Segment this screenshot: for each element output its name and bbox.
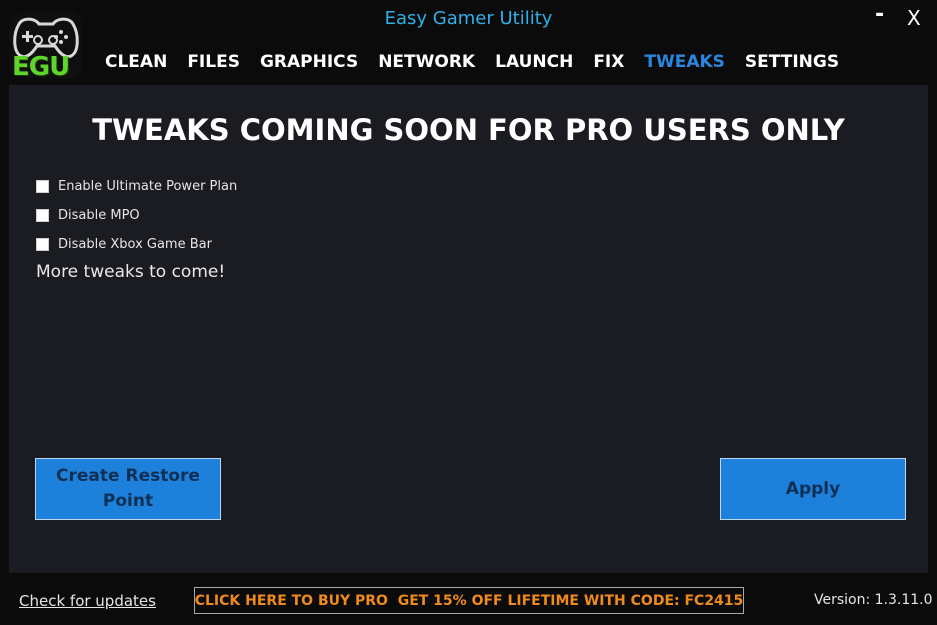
page-title: TWEAKS COMING SOON FOR PRO USERS ONLY bbox=[92, 113, 845, 147]
tab-network[interactable]: NETWORK bbox=[378, 52, 475, 72]
logo-text: EGU bbox=[12, 52, 70, 82]
tab-launch[interactable]: LAUNCH bbox=[495, 52, 573, 72]
disable-mpo-checkbox[interactable] bbox=[36, 209, 49, 222]
app-title: Easy Gamer Utility bbox=[384, 8, 553, 29]
tab-graphics[interactable]: GRAPHICS bbox=[260, 52, 358, 72]
tab-files[interactable]: FILES bbox=[187, 52, 240, 72]
ultimate-power-plan-checkbox[interactable] bbox=[36, 180, 49, 193]
tweak-ultimate-power-plan[interactable]: Enable Ultimate Power Plan bbox=[36, 179, 237, 194]
tab-clean[interactable]: CLEAN bbox=[105, 52, 167, 72]
close-button[interactable]: X bbox=[907, 6, 921, 30]
tab-tweaks[interactable]: TWEAKS bbox=[644, 52, 725, 72]
tweak-disable-mpo[interactable]: Disable MPO bbox=[36, 208, 140, 223]
disable-xbox-game-bar-checkbox[interactable] bbox=[36, 238, 49, 251]
app-window: EGU Easy Gamer Utility - X CLEAN FILES G… bbox=[0, 0, 937, 625]
tweak-disable-xbox-game-bar[interactable]: Disable Xbox Game Bar bbox=[36, 237, 212, 252]
check-for-updates-link[interactable]: Check for updates bbox=[19, 592, 156, 610]
apply-button[interactable]: Apply bbox=[720, 458, 906, 520]
restore-button-label: Create Restore Point bbox=[56, 466, 200, 511]
more-tweaks-text: More tweaks to come! bbox=[36, 262, 226, 282]
tab-fix[interactable]: FIX bbox=[593, 52, 624, 72]
main-nav: CLEAN FILES GRAPHICS NETWORK LAUNCH FIX … bbox=[105, 52, 859, 72]
tweak-label: Disable MPO bbox=[58, 208, 140, 223]
tweaks-panel: TWEAKS COMING SOON FOR PRO USERS ONLY En… bbox=[9, 85, 928, 573]
tweak-label: Enable Ultimate Power Plan bbox=[58, 179, 238, 194]
minimize-button[interactable]: - bbox=[875, 2, 884, 27]
tab-settings[interactable]: SETTINGS bbox=[745, 52, 839, 72]
tweak-label: Disable Xbox Game Bar bbox=[58, 237, 212, 252]
buy-pro-banner[interactable]: CLICK HERE TO BUY PRO GET 15% OFF LIFETI… bbox=[194, 587, 744, 614]
version-label: Version: 1.3.11.0 bbox=[814, 592, 933, 608]
create-restore-point-button[interactable]: Create Restore Point bbox=[35, 458, 221, 520]
